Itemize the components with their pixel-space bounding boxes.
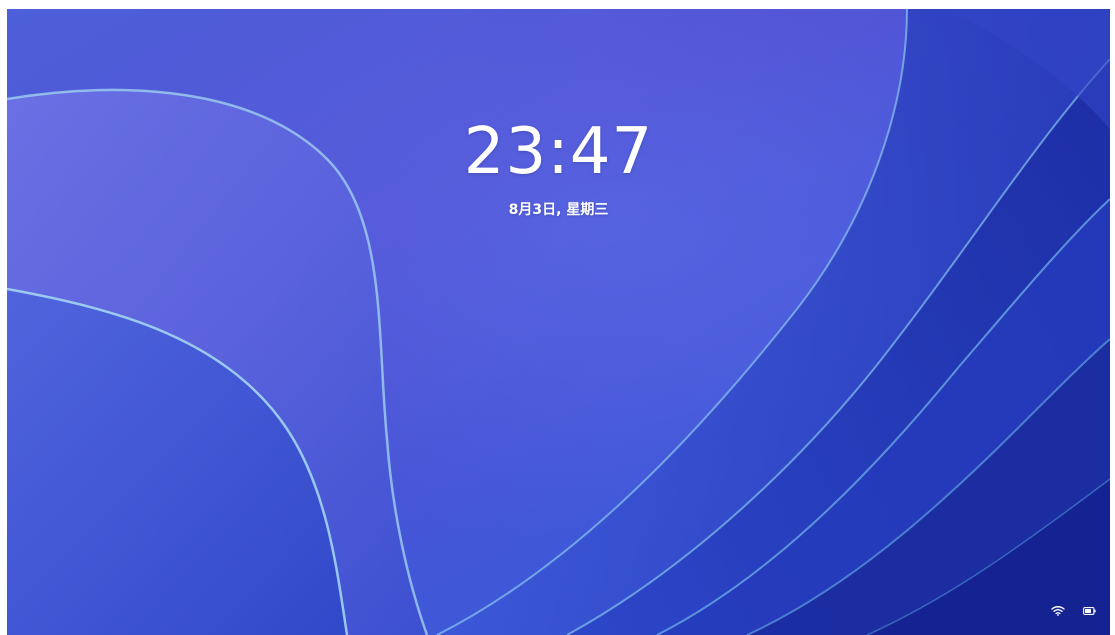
wallpaper	[7, 9, 1110, 635]
lock-screen[interactable]: 23:47 8月3日, 星期三	[7, 9, 1110, 635]
wifi-icon[interactable]	[1051, 605, 1065, 616]
battery-icon[interactable]	[1083, 606, 1096, 615]
screen-frame: 23:47 8月3日, 星期三	[0, 0, 1115, 635]
lock-clock: 23:47	[463, 115, 654, 189]
lock-date: 8月3日, 星期三	[508, 202, 609, 218]
status-tray	[1051, 605, 1096, 616]
